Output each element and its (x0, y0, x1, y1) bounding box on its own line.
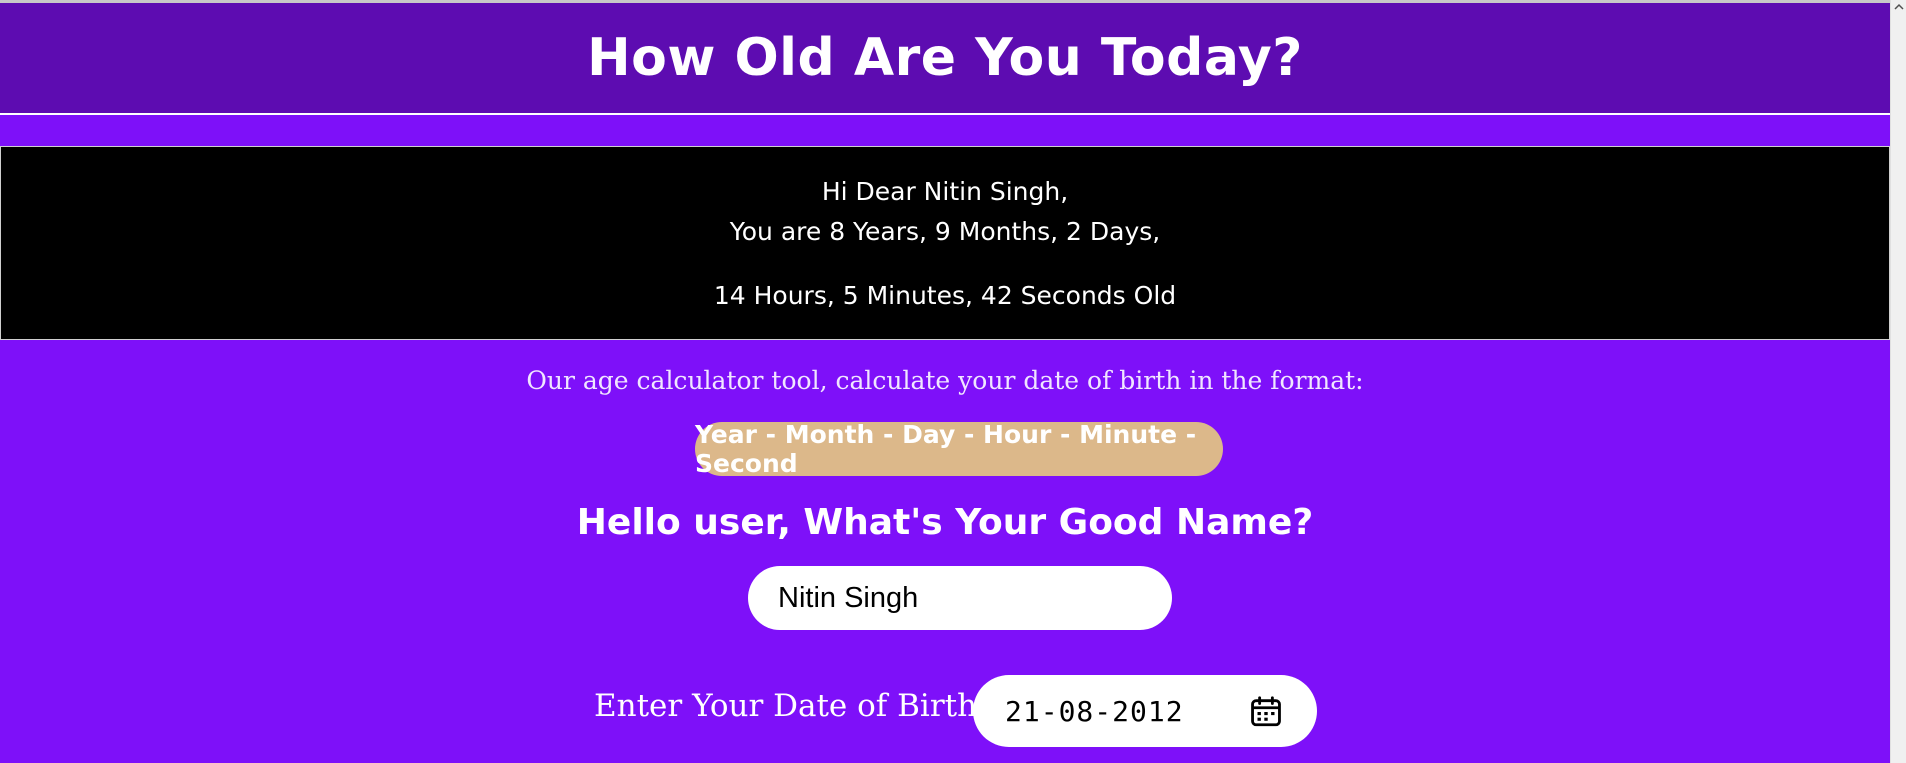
scroll-up-arrow-icon[interactable] (1894, 3, 1904, 11)
dob-label: Enter Your Date of Birth: (594, 688, 988, 724)
name-input[interactable] (748, 566, 1172, 630)
header: How Old Are You Today? (0, 3, 1890, 115)
result-years-months-days: You are 8 Years, 9 Months, 2 Days, (729, 217, 1161, 246)
date-format-badge: Year - Month - Day - Hour - Minute - Sec… (695, 420, 1223, 478)
dob-date-input[interactable]: 21-08-2012 (973, 675, 1317, 747)
age-result-box: Hi Dear Nitin Singh, You are 8 Years, 9 … (0, 146, 1890, 340)
result-hours-minutes-seconds: 14 Hours, 5 Minutes, 42 Seconds Old (713, 281, 1177, 310)
dob-value: 21-08-2012 (1005, 694, 1184, 728)
result-greeting: Hi Dear Nitin Singh, (821, 177, 1069, 206)
vertical-scrollbar[interactable] (1890, 0, 1906, 763)
calendar-icon[interactable] (1249, 695, 1283, 729)
page: How Old Are You Today? Hi Dear Nitin Sin… (0, 0, 1906, 763)
name-question-heading: Hello user, What's Your Good Name? (576, 502, 1314, 543)
calculator-description: Our age calculator tool, calculate your … (526, 366, 1364, 395)
page-title: How Old Are You Today? (587, 28, 1303, 88)
